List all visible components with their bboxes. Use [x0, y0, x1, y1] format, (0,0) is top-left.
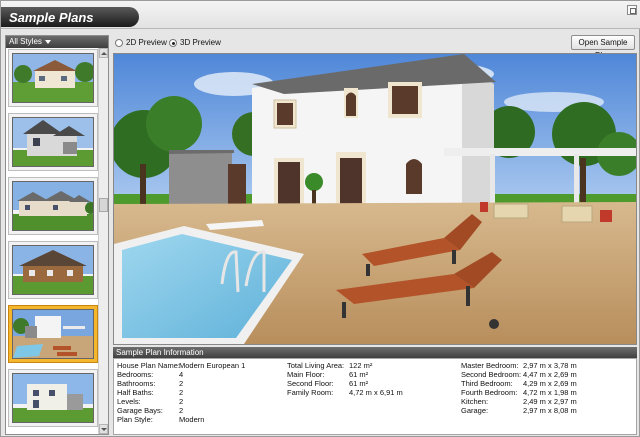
radio-3d-dot[interactable]: [169, 38, 177, 47]
styles-dropdown[interactable]: All Styles: [6, 36, 108, 48]
title-pill: Sample Plans: [1, 7, 139, 27]
scrollbar-thumb[interactable]: [99, 198, 108, 212]
scroll-down-icon[interactable]: [99, 424, 108, 434]
info-row: Second Floor: 61 m²: [287, 379, 369, 388]
info-panel: House Plan Name: Modern European 1 Bedroo…: [113, 358, 637, 435]
info-row: Second Bedroom: 4,47 m x 2,69 m: [461, 370, 577, 379]
open-sample-plan-button[interactable]: Open Sample Plan: [571, 35, 635, 60]
plan-thumb-image: [12, 245, 94, 295]
title-bar: Sample Plans: [1, 1, 640, 29]
radio-2d-preview[interactable]: 2D Preview: [115, 38, 167, 47]
plan-thumb-4[interactable]: [8, 241, 98, 299]
window-title: Sample Plans: [9, 10, 94, 25]
info-row: Garage: 2,97 m x 8,08 m: [461, 406, 577, 415]
info-col-3: Master Bedroom: 2,97 m x 3,78 m Second Be…: [461, 361, 636, 415]
info-panel-header: Sample Plan Information: [113, 347, 637, 358]
sample-plans-window: Sample Plans All Styles 2D Preview 3D Pr…: [0, 0, 640, 437]
radio-2d-label: 2D Preview: [126, 38, 167, 47]
plan-thumb-image: [12, 309, 94, 359]
info-row: Total Living Area: 122 m²: [287, 361, 373, 370]
info-row: Family Room: 4,72 m x 6,91 m: [287, 388, 403, 397]
info-col-1: House Plan Name: Modern European 1 Bedroo…: [117, 361, 285, 424]
plan-thumb-5[interactable]: [8, 305, 98, 363]
radio-2d-dot[interactable]: [115, 38, 123, 47]
thumbnail-scrollbar[interactable]: [98, 48, 108, 434]
info-row: Levels: 2: [117, 397, 184, 406]
radio-3d-label: 3D Preview: [180, 38, 221, 47]
info-row: Bedrooms: 4: [117, 370, 184, 379]
info-row: House Plan Name: Modern European 1: [117, 361, 246, 370]
3d-preview-viewport[interactable]: [113, 53, 637, 345]
house-render: [114, 54, 636, 344]
info-row: Bathrooms: 2: [117, 379, 184, 388]
plan-list-panel: All Styles: [5, 35, 109, 435]
styles-dropdown-label: All Styles: [9, 37, 42, 46]
info-col-2: Total Living Area: 122 m² Main Floor: 61 m…: [287, 361, 457, 397]
plan-thumb-image: [12, 117, 94, 167]
info-row: Master Bedroom: 2,97 m x 3,78 m: [461, 361, 577, 370]
info-row: Garage Bays: 2: [117, 406, 184, 415]
scroll-up-icon[interactable]: [99, 48, 108, 58]
plan-thumb-3[interactable]: [8, 177, 98, 235]
preview-toolbar: 2D Preview 3D Preview Open Sample Plan: [113, 35, 637, 60]
plan-thumb-image: [12, 181, 94, 231]
plan-thumbnail-list: [8, 49, 98, 435]
maximize-icon[interactable]: [627, 5, 637, 15]
info-row: Kitchen: 2,49 m x 2,97 m: [461, 397, 577, 406]
info-row: Plan Style: Modern: [117, 415, 205, 424]
plan-thumb-1[interactable]: [8, 49, 98, 107]
info-row: Main Floor: 61 m²: [287, 370, 369, 379]
radio-3d-preview[interactable]: 3D Preview: [169, 38, 221, 47]
plan-thumb-2[interactable]: [8, 113, 98, 171]
plan-thumb-image: [12, 373, 94, 423]
info-row: Half Baths: 2: [117, 388, 184, 397]
dropdown-caret-icon: [44, 39, 51, 44]
info-row: Third Bedroom: 4,29 m x 2,69 m: [461, 379, 577, 388]
plan-thumb-6[interactable]: [8, 369, 98, 427]
info-row: Fourth Bedroom: 4,72 m x 1,98 m: [461, 388, 577, 397]
plan-thumb-image: [12, 53, 94, 103]
